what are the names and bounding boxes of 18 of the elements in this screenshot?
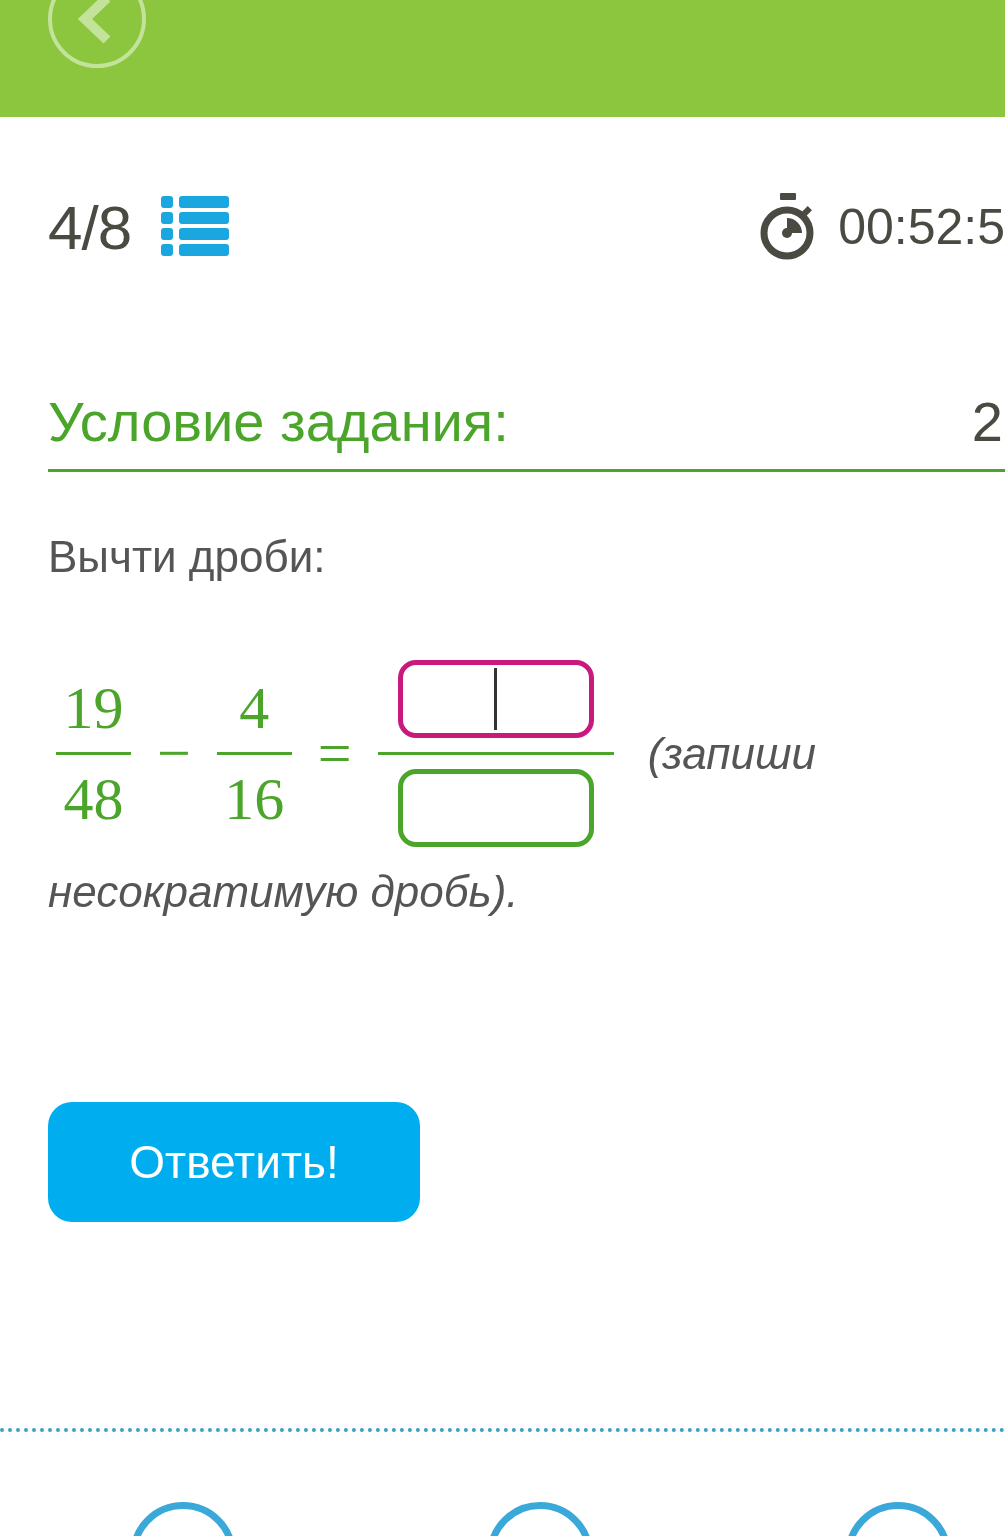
task-prompt: Вычти дроби:: [48, 532, 327, 582]
hint-text: (запиши: [647, 728, 816, 779]
numerator: 4: [239, 674, 270, 743]
hint-text: несократимую дробь).: [48, 867, 520, 917]
operator-sign: −: [157, 719, 191, 788]
denominator: 48: [63, 765, 124, 834]
numerator: 19: [63, 674, 124, 743]
denominator: 16: [224, 765, 285, 834]
section-title: Условие задания:: [48, 389, 509, 454]
timer-text: 00:52:5: [838, 198, 1005, 256]
list-icon: [161, 196, 230, 258]
denominator-input-field[interactable]: [397, 769, 594, 847]
numerator-input-field[interactable]: [397, 660, 594, 738]
points-text: 2: [971, 389, 1003, 454]
submit-button[interactable]: Ответить!: [48, 1102, 420, 1222]
operator-sign: =: [317, 719, 352, 788]
question-counter: 4/8: [48, 191, 132, 263]
question-list-button[interactable]: [161, 196, 230, 258]
